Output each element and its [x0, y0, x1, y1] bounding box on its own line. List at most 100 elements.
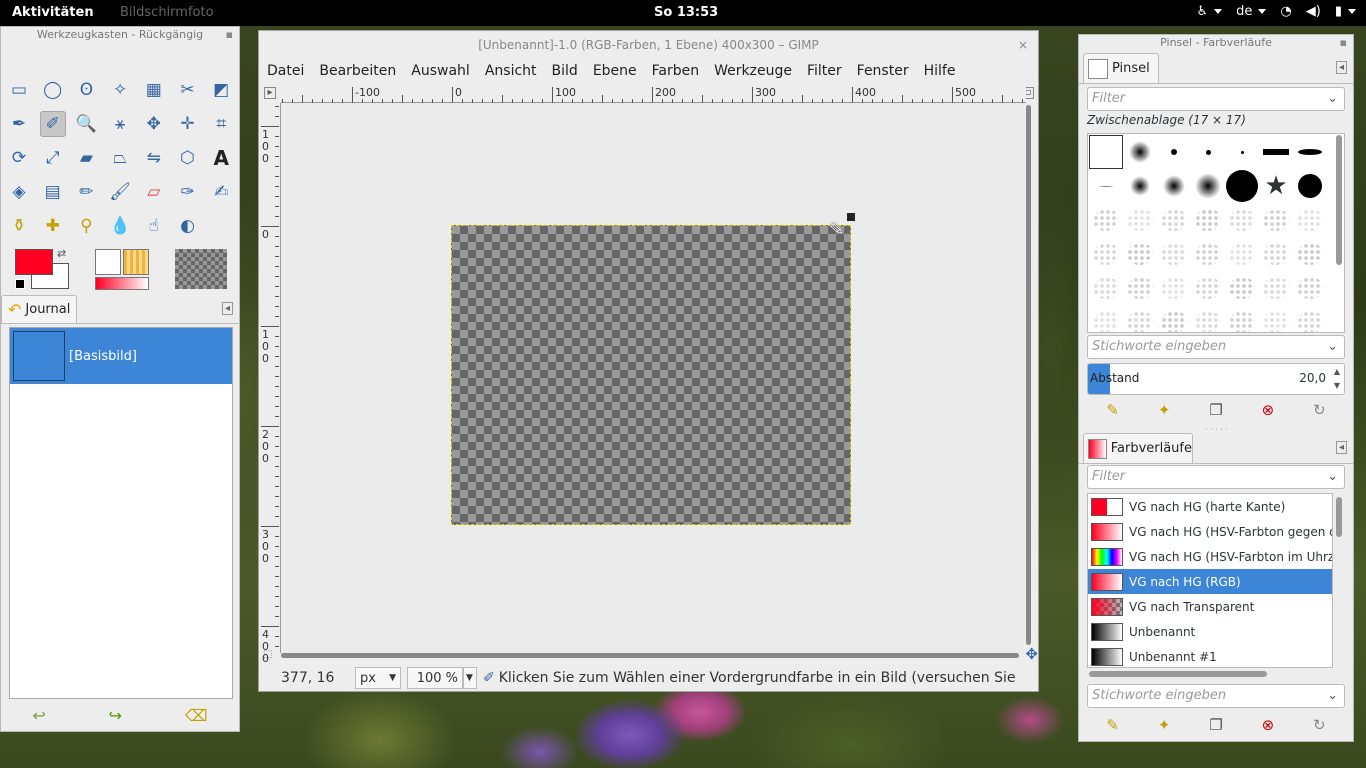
brush-item[interactable] — [1089, 169, 1123, 203]
close-icon[interactable]: ▪ — [1340, 35, 1347, 51]
scissors-select-tool-icon[interactable]: ✂ — [175, 77, 201, 103]
brush-item[interactable] — [1259, 305, 1293, 332]
brush-item[interactable] — [1157, 237, 1191, 271]
menu-item[interactable]: Bild — [552, 63, 578, 79]
brush-item[interactable] — [1259, 237, 1293, 271]
brush-item[interactable] — [1157, 271, 1191, 305]
fg-color-swatch[interactable] — [15, 249, 53, 275]
keyboard-layout[interactable]: de — [1236, 4, 1267, 19]
menu-item[interactable]: Farben — [652, 63, 699, 79]
refresh-brushes-icon[interactable]: ↻ — [1313, 401, 1326, 419]
brush-item[interactable] — [1225, 271, 1259, 305]
redo-icon[interactable]: ↪ — [109, 706, 122, 725]
gradient-item[interactable]: Unbenannt — [1088, 619, 1332, 644]
pencil-tool-icon[interactable]: ✏ — [73, 179, 99, 205]
brush-item[interactable] — [1089, 271, 1123, 305]
spin-arrows-icon[interactable]: ▲ ▼ — [1334, 365, 1340, 393]
paths-tool-icon[interactable]: ✒ — [6, 111, 32, 137]
dock-separator[interactable]: · · · · · — [1205, 425, 1228, 434]
cage-transform-tool-icon[interactable]: ⬡ — [175, 145, 201, 171]
gradient-list-vscrollbar[interactable] — [1336, 497, 1342, 537]
brush-item[interactable] — [1157, 203, 1191, 237]
menu-item[interactable]: Bearbeiten — [319, 63, 396, 79]
refresh-gradients-icon[interactable]: ↻ — [1313, 716, 1326, 734]
zoom-dropdown[interactable]: ▼ — [463, 667, 477, 689]
close-icon[interactable]: ▪ — [226, 27, 233, 43]
brush-item[interactable] — [1089, 203, 1123, 237]
text-tool-icon[interactable]: A — [208, 145, 234, 171]
default-colors-icon[interactable] — [15, 279, 25, 289]
clear-history-icon[interactable]: ⌫ — [185, 706, 208, 725]
new-brush-icon[interactable]: ✦ — [1158, 401, 1171, 419]
fuzzy-select-tool-icon[interactable]: ✧ — [107, 77, 133, 103]
brush-item[interactable] — [1089, 135, 1123, 169]
brush-item[interactable]: ★ — [1259, 169, 1293, 203]
rect-select-tool-icon[interactable]: ▭ — [6, 77, 32, 103]
measure-tool-icon[interactable]: ⚹ — [107, 111, 133, 137]
panel-menu-icon[interactable]: ◂ — [221, 302, 233, 315]
duplicate-gradient-icon[interactable]: ❐ — [1209, 716, 1222, 734]
gradient-item[interactable]: VG nach HG (HSV-Farbton gegen den U — [1088, 519, 1332, 544]
close-icon[interactable]: × — [1018, 31, 1028, 59]
perspective-clone-tool-icon[interactable]: ⚲ — [73, 213, 99, 239]
brush-item[interactable] — [1191, 203, 1225, 237]
horizontal-ruler[interactable]: -100 0 100 200 300 400 500 — [281, 85, 1026, 103]
brush-item[interactable] — [1225, 203, 1259, 237]
free-select-tool-icon[interactable]: ʘ — [73, 77, 99, 103]
flip-tool-icon[interactable]: ⇋ — [141, 145, 167, 171]
battery-icon[interactable]: ▮ — [1335, 4, 1356, 19]
color-picker-tool-icon[interactable]: ✐ — [39, 111, 66, 137]
ellipse-select-tool-icon[interactable]: ◯ — [40, 77, 66, 103]
gradient-tags-input[interactable]: Stichworte eingeben ⌄ — [1087, 684, 1345, 708]
brush-item[interactable] — [1293, 169, 1327, 203]
clone-tool-icon[interactable]: ⚱ — [6, 213, 32, 239]
brush-item[interactable] — [1225, 237, 1259, 271]
menu-item[interactable]: Filter — [807, 63, 842, 79]
crop-tool-icon[interactable]: ⌗ — [208, 111, 234, 137]
horizontal-scrollbar[interactable] — [281, 651, 1021, 659]
color-select-tool-icon[interactable]: ▦ — [141, 77, 167, 103]
panel-menu-icon[interactable]: ◂ — [1335, 61, 1347, 74]
brush-item[interactable] — [1123, 203, 1157, 237]
pattern-preview[interactable] — [123, 249, 149, 275]
brush-item[interactable] — [1191, 237, 1225, 271]
brush-item[interactable] — [1225, 169, 1259, 203]
tab-brushes[interactable]: Pinsel — [1083, 53, 1159, 83]
gradient-filter-input[interactable]: Filter ⌄ — [1087, 465, 1345, 489]
gradient-item[interactable]: VG nach HG (RGB) — [1088, 569, 1332, 594]
unit-select[interactable]: px ▼ — [355, 667, 401, 689]
bucket-fill-tool-icon[interactable]: ◈ — [6, 179, 32, 205]
zoom-tool-icon[interactable]: 🔍 — [73, 111, 99, 137]
move-canvas-icon[interactable]: ✥ — [1025, 645, 1038, 663]
activities-button[interactable]: Aktivitäten — [12, 5, 94, 20]
new-gradient-icon[interactable]: ✦ — [1158, 716, 1171, 734]
brush-item[interactable] — [1157, 305, 1191, 332]
brush-item[interactable] — [1123, 169, 1157, 203]
brush-preview[interactable] — [95, 249, 121, 275]
app-menu[interactable]: Bildschirmfoto — [120, 5, 214, 20]
spacing-slider[interactable]: Abstand 20,0 ▲ ▼ — [1087, 363, 1345, 395]
brush-item[interactable] — [1191, 271, 1225, 305]
menu-item[interactable]: Ebene — [593, 63, 637, 79]
dodge-burn-tool-icon[interactable]: ◐ — [175, 213, 201, 239]
menu-item[interactable]: Fenster — [857, 63, 909, 79]
brush-item[interactable] — [1157, 135, 1191, 169]
navigate-icon[interactable]: ▸ — [264, 87, 276, 99]
panel-menu-icon[interactable]: ◂ — [1335, 441, 1347, 454]
gradient-list-hscrollbar[interactable] — [1089, 671, 1267, 677]
blur-tool-icon[interactable]: 💧 — [107, 213, 133, 239]
paintbrush-tool-icon[interactable]: 🖌 — [107, 179, 133, 205]
brush-tags-input[interactable]: Stichworte eingeben ⌄ — [1087, 335, 1345, 359]
brush-item[interactable] — [1293, 237, 1327, 271]
perspective-tool-icon[interactable]: ⏢ — [107, 145, 133, 171]
blend-tool-icon[interactable]: ▤ — [40, 179, 66, 205]
canvas-area[interactable]: ✎ — [281, 103, 1024, 655]
brush-item[interactable] — [1259, 135, 1293, 169]
edit-gradient-icon[interactable]: ✎ — [1106, 716, 1119, 734]
brush-item[interactable] — [1225, 305, 1259, 332]
brush-grid[interactable]: ★ — [1087, 133, 1345, 333]
rotate-tool-icon[interactable]: ⟳ — [6, 145, 32, 171]
brush-item[interactable] — [1123, 305, 1157, 332]
brush-item[interactable] — [1293, 305, 1327, 332]
brush-item[interactable] — [1293, 271, 1327, 305]
